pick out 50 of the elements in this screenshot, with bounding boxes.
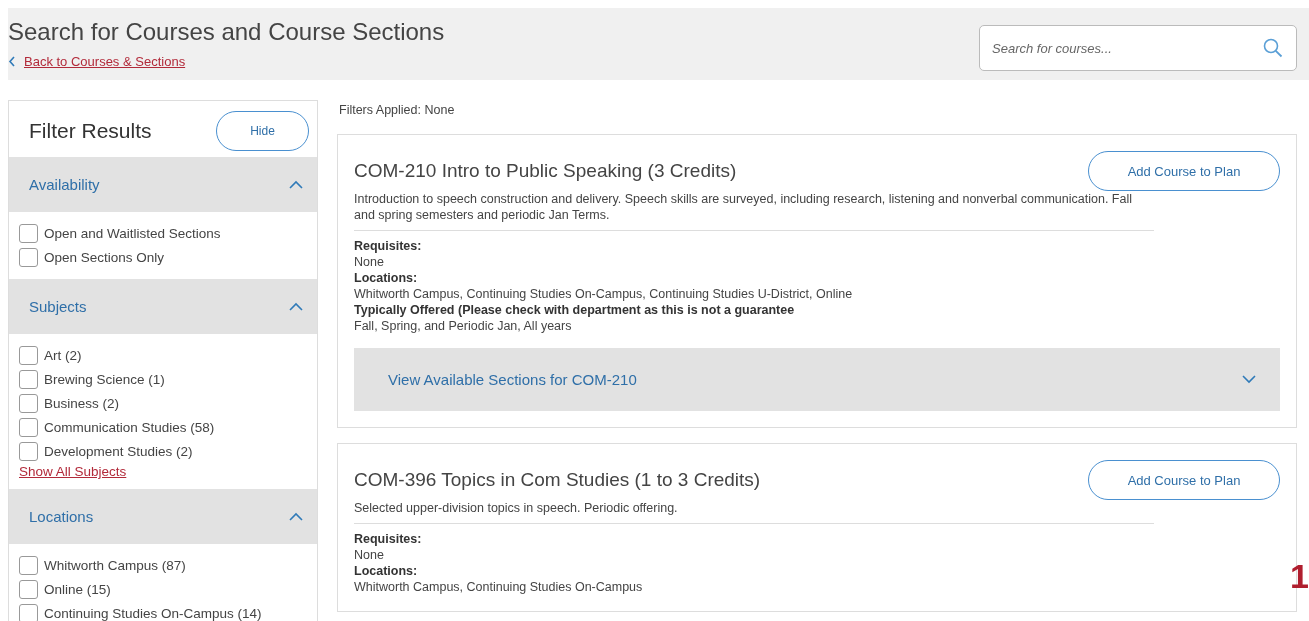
filter-section-header[interactable]: Subjects [9,279,317,334]
step-marker: 1 [1290,558,1309,594]
checkbox[interactable] [19,441,38,461]
filter-option-label: Open and Waitlisted Sections [44,225,221,241]
add-course-button[interactable]: Add Course to Plan [1088,151,1280,191]
view-sections-toggle[interactable]: View Available Sections for COM-210 [354,348,1280,411]
checkbox[interactable] [19,345,38,365]
filter-option-label: Communication Studies (58) [44,419,215,435]
filter-option-label: Continuing Studies On-Campus (14) [44,605,262,621]
detail-value: Fall, Spring, and Periodic Jan, All years [354,318,573,334]
detail-label: Locations: [354,563,419,579]
checkbox[interactable] [19,223,38,243]
detail-label: Requisites: [354,531,423,547]
checkbox[interactable] [19,393,38,413]
filters-applied-text: Filters Applied: None [339,103,456,117]
detail-value: Whitworth Campus, Continuing Studies On-Campus, Continuing Studies U-District, Online [354,286,854,302]
filter-title: Filter Results [29,119,152,143]
course-title: COM-396 Topics in Com Studies (1 to 3 Credits) [354,469,761,491]
course-title: COM-210 Intro to Public Speaking (3 Credits) [354,160,737,182]
detail-label: Typically Offered (Please check with department as this is not a guarantee [354,302,796,318]
filter-option-label: Art (2) [44,347,82,363]
filter-option-label: Online (15) [44,581,111,597]
detail-value: None [354,547,385,563]
hide-button[interactable]: Hide [216,111,309,151]
course-description: Selected upper-division topics in speech. Periodic offering. [354,500,1154,524]
page-title: Search for Courses and Course Sections [8,17,445,47]
checkbox[interactable] [19,555,38,575]
filter-option-label: Business (2) [44,395,120,411]
add-course-button[interactable]: Add Course to Plan [1088,460,1280,500]
detail-value: Whitworth Campus, Continuing Studies On-Campus [354,579,644,595]
filter-option-label: Brewing Science (1) [44,371,165,387]
detail-label: Locations: [354,270,419,286]
search-icon[interactable] [1263,38,1283,58]
checkbox[interactable] [19,603,38,621]
filter-option-label: Open Sections Only [44,249,165,265]
back-link[interactable]: Back to Courses & Sections [24,54,186,69]
chevron-left-icon [8,56,16,67]
checkbox[interactable] [19,417,38,437]
checkbox[interactable] [19,579,38,599]
filter-option-label: Whitworth Campus (87) [44,557,186,573]
checkbox[interactable] [19,369,38,389]
filter-option-label: Development Studies (2) [44,443,193,459]
search-field[interactable]: Search for courses... [979,25,1297,71]
checkbox[interactable] [19,247,38,267]
detail-label: Requisites: [354,238,423,254]
course-description: Introduction to speech construction and delivery. Speech skills are surveyed, including research, listening and nonverbal communication. Fall and spring semesters and periodic Jan Terms. [354,191,1154,231]
filter-section-header[interactable]: Locations [9,489,317,544]
detail-value: None [354,254,385,270]
show-all-link[interactable]: Show All Subjects [19,464,309,479]
filter-section-header[interactable]: Availability [9,157,317,212]
